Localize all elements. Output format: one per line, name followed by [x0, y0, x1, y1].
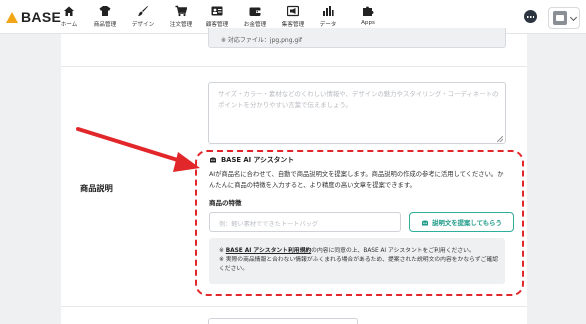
nav-label-home: ホーム — [60, 22, 78, 28]
wallet-icon — [249, 7, 261, 16]
nav-item-data[interactable]: データ — [310, 5, 346, 28]
resize-handle-icon[interactable] — [497, 136, 503, 142]
nav-label-design: デザイン — [131, 22, 155, 28]
bar-chart-icon — [323, 6, 334, 16]
ai-robot-icon — [422, 220, 429, 225]
nav-label-orders: 注文管理 — [169, 22, 193, 28]
shop-thumbnail — [553, 11, 567, 25]
notice-mark: ※ — [219, 248, 224, 254]
ai-robot-icon — [210, 157, 216, 162]
nav-item-marketing[interactable]: 集客管理 — [275, 5, 311, 28]
nav-label-customers: 顧客管理 — [205, 22, 229, 28]
nav-item-customers[interactable]: 顧客管理 — [199, 5, 235, 28]
nav-item-money[interactable]: お金管理 — [237, 5, 273, 28]
nav-label-money: お金管理 — [243, 22, 267, 28]
chat-icon[interactable] — [524, 10, 537, 23]
ai-notice-accuracy: ※ 実際の商品情報と合わない情報がふくまれる場合があるため、提案された説明文の内… — [219, 257, 499, 272]
nav-item-apps[interactable]: Apps — [350, 5, 386, 26]
notice-terms-text: の内容に同意の上、BASE AI アシスタントをご利用ください。 — [311, 248, 475, 254]
nav-label-apps: Apps — [361, 20, 375, 26]
nav-label-marketing: 集客管理 — [281, 22, 305, 28]
nav-label-data: データ — [319, 22, 337, 28]
row-divider — [61, 306, 527, 307]
nav-label-products: 商品管理 — [93, 22, 117, 28]
ai-assistant-title: BASE AI アシスタント — [209, 154, 294, 164]
feature-label: 商品の特徴 — [209, 199, 242, 207]
generate-description-label: 説明文を提案してもらう — [432, 218, 502, 227]
megaphone-icon — [287, 5, 299, 17]
generate-description-button[interactable]: 説明文を提案してもらう — [409, 212, 514, 232]
ai-assistant-description: AIが商品名に合わせて、自動で商品説明文を提案します。商品説明の作成の参考に活用… — [209, 171, 504, 189]
description-field-label: 商品説明 — [80, 183, 113, 193]
base-logo-mark — [6, 11, 18, 23]
home-icon — [64, 6, 74, 16]
next-field-input[interactable] — [208, 318, 358, 324]
ai-assistant-title-text: BASE AI アシスタント — [221, 156, 295, 164]
contact-card-icon — [211, 6, 223, 16]
chevron-down-icon — [569, 13, 578, 22]
ai-notice-terms: ※ BASE AI アシスタント利用規約の内容に同意の上、BASE AI アシス… — [219, 247, 501, 256]
nav-item-orders[interactable]: 注文管理 — [163, 5, 199, 28]
feature-input[interactable]: 例：軽い素材でできたトートバッグ — [209, 212, 401, 232]
image-upload-note: ※ 対応ファイル：jpg,png,gif — [221, 37, 303, 44]
nav-item-products[interactable]: 商品管理 — [87, 5, 123, 28]
brush-icon — [138, 6, 148, 16]
shop-switcher-button[interactable] — [548, 7, 580, 29]
shirt-icon — [99, 6, 111, 16]
nav-item-home[interactable]: ホーム — [51, 5, 87, 28]
terms-link[interactable]: BASE AI アシスタント利用規約 — [226, 248, 311, 254]
description-placeholder: サイズ・カラー・素材などのくわしい情報や、デザインの魅力やスタイリング・コーディ… — [218, 90, 499, 109]
nav-item-design[interactable]: デザイン — [125, 5, 161, 28]
puzzle-icon — [363, 6, 374, 16]
cart-icon — [175, 5, 187, 17]
row-divider — [61, 66, 527, 67]
